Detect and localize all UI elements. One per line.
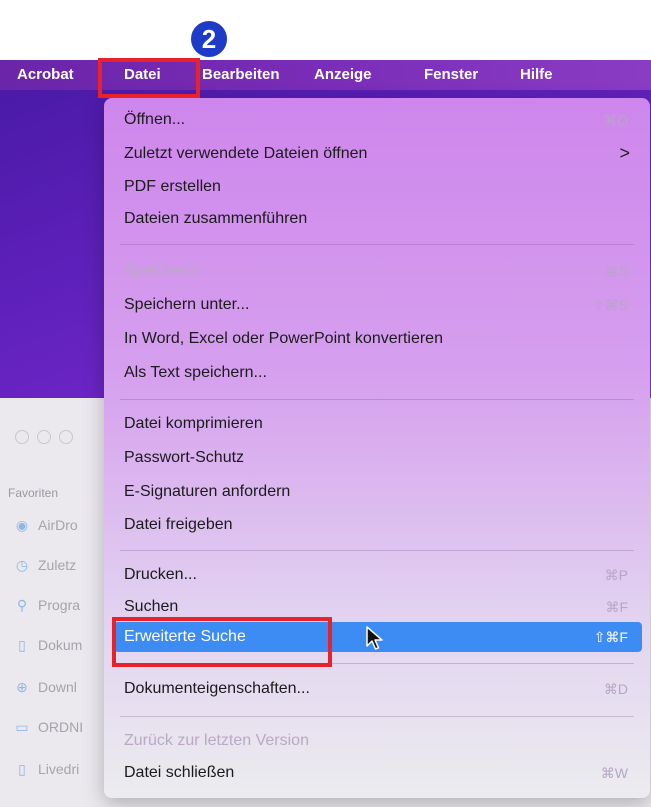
menu-item-label: PDF erstellen [124,178,221,195]
menu-item-close-file[interactable]: Datei schließen ⌘W [104,758,650,788]
menu-item-convert-office[interactable]: In Word, Excel oder PowerPoint konvertie… [104,324,650,354]
mouse-pointer-icon [366,626,383,650]
menu-item-label: In Word, Excel oder PowerPoint konvertie… [124,330,443,347]
menu-item-recent-files[interactable]: Zuletzt verwendete Dateien öffnen > [104,139,650,169]
menu-item-shortcut: ⇧⌘F [593,629,628,645]
menu-item-document-properties[interactable]: Dokumenteigenschaften... ⌘D [104,674,650,704]
menu-item-label: Passwort-Schutz [124,449,245,466]
menu-item-label: Speichern [124,262,197,279]
menu-item-shortcut: ⌘F [605,599,628,615]
menu-item-label: Datei komprimieren [124,415,263,432]
menu-item-label: Datei freigeben [124,516,233,533]
menu-separator [120,244,634,245]
menu-item-save-as-text[interactable]: Als Text speichern... [104,358,650,388]
menu-item-label: Dateien zusammenführen [124,210,308,227]
sidebar-item-recents[interactable]: ◷ Zuletz [14,554,76,576]
close-window-button[interactable] [15,430,29,444]
menu-separator [120,399,634,400]
airdrop-icon: ◉ [15,516,29,533]
menu-item-save: Speichern ⌘S [104,256,650,286]
sidebar-item-label: ORDNI [38,719,84,735]
sidebar-item-documents[interactable]: ▯ Dokum [14,634,82,656]
menu-fenster[interactable]: Fenster [424,66,478,83]
clock-icon: ◷ [15,556,29,573]
menu-item-label: E-Signaturen anfordern [124,483,291,500]
sidebar-item-folder[interactable]: ▭ ORDNI [14,716,83,738]
advanced-search-highlight-box [112,617,332,667]
menu-item-save-as[interactable]: Speichern unter... ⇧⌘S [104,290,650,320]
datei-highlight-box [98,58,200,98]
menu-item-label: Speichern unter... [124,296,250,313]
menu-item-share[interactable]: Datei freigeben [104,510,650,540]
menu-item-label: Zurück zur letzten Version [124,732,309,749]
menu-item-label: Drucken... [124,566,197,583]
sidebar-heading: Favoriten [8,486,59,500]
menu-item-request-esign[interactable]: E-Signaturen anfordern [104,477,650,507]
sidebar-item-label: AirDro [38,517,78,533]
sidebar-item-label: Progra [38,597,81,613]
menu-item-label: Als Text speichern... [124,364,267,381]
sidebar-item-airdrop[interactable]: ◉ AirDro [14,514,78,536]
menu-acrobat[interactable]: Acrobat [17,66,74,83]
document-icon: ▯ [18,760,26,777]
menu-item-label: Zuletzt verwendete Dateien öffnen [124,145,368,162]
menu-separator [120,716,634,717]
menu-item-label: Dokumenteigenschaften... [124,680,310,697]
applications-icon: ⚲ [16,596,28,613]
menu-item-shortcut: ⇧⌘S [592,297,628,313]
menu-item-compress[interactable]: Datei komprimieren [104,409,650,439]
menu-item-password[interactable]: Passwort-Schutz [104,443,650,473]
minimize-window-button[interactable] [37,430,51,444]
menu-item-label: Suchen [124,598,179,615]
sidebar-item-label: Downl [38,679,77,695]
step-badge: 2 [188,18,230,60]
menu-item-shortcut: ⌘O [603,112,628,128]
menu-hilfe[interactable]: Hilfe [520,66,553,83]
chevron-right-icon: > [619,143,630,163]
zoom-window-button[interactable] [59,430,73,444]
sidebar-item-downloads[interactable]: ⊕ Downl [14,676,77,698]
sidebar-item-label: Livedri [38,761,80,777]
document-icon: ▯ [18,636,26,653]
menu-item-shortcut: ⌘S [604,263,628,279]
menu-item-open[interactable]: Öffnen... ⌘O [104,105,650,135]
menu-item-shortcut: ⌘D [603,681,628,697]
menu-bearbeiten[interactable]: Bearbeiten [202,66,280,83]
sidebar-item-livedrive[interactable]: ▯ Livedri [14,758,79,780]
menu-item-shortcut: ⌘W [600,765,628,781]
menu-item-shortcut: ⌘P [604,567,628,583]
menu-item-merge-files[interactable]: Dateien zusammenführen [104,204,650,234]
sidebar-item-label: Zuletz [38,557,77,573]
datei-dropdown-menu: Öffnen... ⌘O Zuletzt verwendete Dateien … [104,98,650,798]
menu-item-label: Datei schließen [124,764,235,781]
menu-item-create-pdf[interactable]: PDF erstellen [104,172,650,202]
sidebar-item-programs[interactable]: ⚲ Progra [14,594,80,616]
sidebar-item-label: Dokum [38,637,83,653]
menu-item-label: Öffnen... [124,111,186,128]
window-controls [15,430,73,444]
menu-item-revert: Zurück zur letzten Version [104,726,650,756]
menu-item-print[interactable]: Drucken... ⌘P [104,560,650,590]
menu-separator [120,550,634,551]
download-icon: ⊕ [16,678,28,695]
folder-icon: ▭ [15,718,29,735]
menu-anzeige[interactable]: Anzeige [314,66,372,83]
